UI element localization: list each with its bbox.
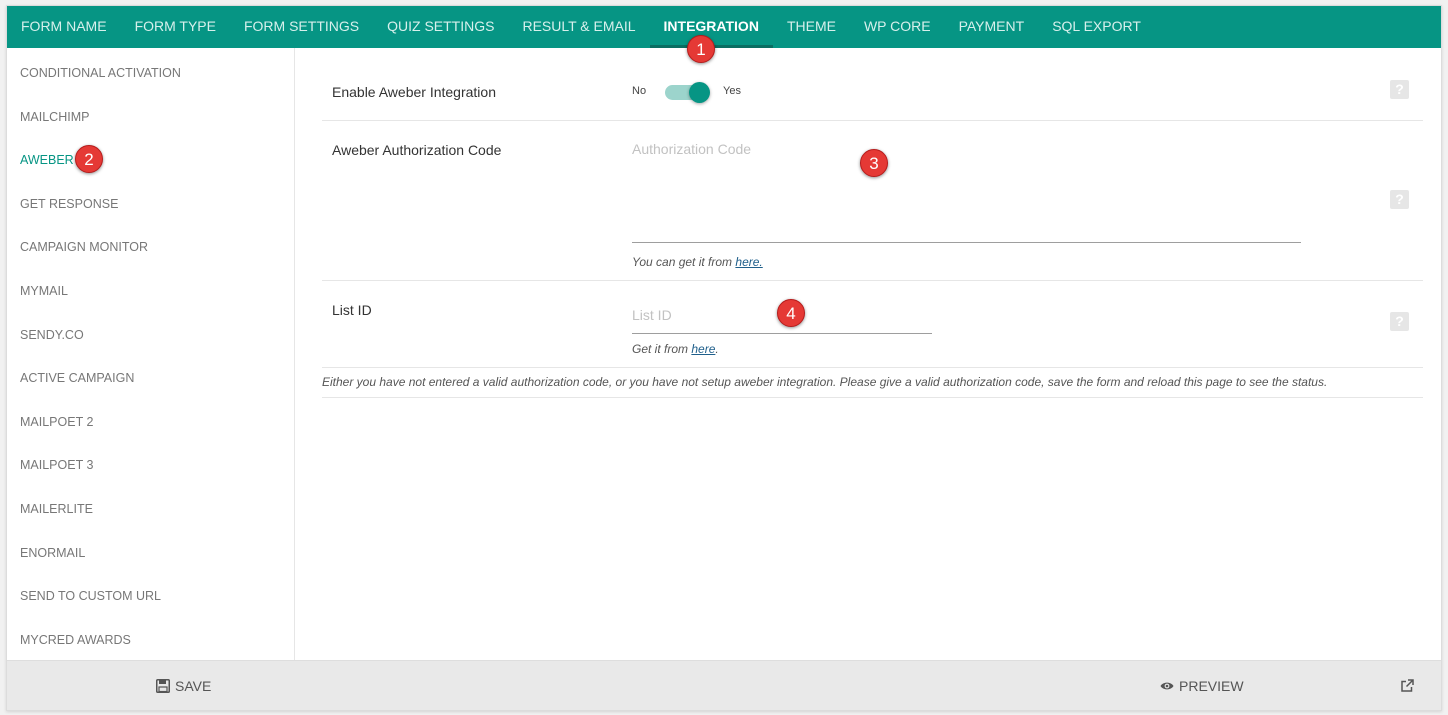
sidebar-item-mailpoet-2[interactable]: MAILPOET 2	[7, 397, 294, 441]
top-tab-bar: FORM NAME FORM TYPE FORM SETTINGS QUIZ S…	[7, 6, 1441, 48]
save-button[interactable]: SAVE	[156, 661, 212, 710]
sidebar-item-mailerlite[interactable]: MAILERLITE	[7, 484, 294, 528]
sidebar-item-active-campaign[interactable]: ACTIVE CAMPAIGN	[7, 353, 294, 397]
list-id-label: List ID	[332, 302, 372, 318]
list-id-hint-text: Get it from	[632, 342, 692, 356]
callout-marker-1: 1	[687, 35, 715, 63]
callout-marker-4: 4	[777, 299, 805, 327]
tab-form-type[interactable]: FORM TYPE	[121, 6, 230, 48]
tab-sql-export[interactable]: SQL EXPORT	[1038, 6, 1155, 48]
list-id-hint-suffix: .	[715, 342, 719, 356]
tab-result-email[interactable]: RESULT & EMAIL	[508, 6, 649, 48]
enable-aweber-row: Enable Aweber Integration No Yes ?	[322, 48, 1423, 121]
toggle-yes-label: Yes	[723, 85, 741, 97]
sidebar-item-campaign-monitor[interactable]: CAMPAIGN MONITOR	[7, 222, 294, 266]
sidebar-item-send-to-custom-url[interactable]: SEND TO CUSTOM URL	[7, 571, 294, 615]
tab-theme[interactable]: THEME	[773, 6, 850, 48]
enable-aweber-toggle[interactable]	[663, 80, 713, 104]
floppy-disk-icon	[156, 679, 170, 693]
aweber-settings-panel: Enable Aweber Integration No Yes ? Awebe…	[322, 48, 1423, 662]
help-icon[interactable]: ?	[1390, 80, 1409, 99]
tab-form-settings[interactable]: FORM SETTINGS	[230, 6, 373, 48]
auth-hint-link[interactable]: here.	[735, 255, 762, 269]
authorization-code-input[interactable]	[632, 141, 1301, 243]
toggle-no-label: No	[632, 85, 647, 97]
callout-marker-3: 3	[860, 149, 888, 177]
list-id-hint-link[interactable]: here	[691, 342, 715, 356]
aweber-auth-label: Aweber Authorization Code	[332, 142, 502, 158]
sidebar-item-aweber[interactable]: AWEBER	[7, 135, 294, 179]
sidebar-item-get-response[interactable]: GET RESPONSE	[7, 179, 294, 223]
preview-label: PREVIEW	[1179, 678, 1244, 694]
tab-quiz-settings[interactable]: QUIZ SETTINGS	[373, 6, 508, 48]
tab-form-name[interactable]: FORM NAME	[7, 6, 121, 48]
external-link-icon	[1400, 679, 1414, 693]
toggle-knob	[689, 82, 710, 103]
auth-hint-text: You can get it from	[632, 255, 736, 269]
open-external-button[interactable]	[1400, 661, 1414, 710]
aweber-status-notice: Either you have not entered a valid auth…	[322, 374, 1423, 398]
sidebar-item-sendy[interactable]: SENDY.CO	[7, 310, 294, 354]
sidebar-item-conditional-activation[interactable]: CONDITIONAL ACTIVATION	[7, 48, 294, 92]
tab-wp-core[interactable]: WP CORE	[850, 6, 945, 48]
sidebar-item-mailpoet-3[interactable]: MAILPOET 3	[7, 440, 294, 484]
form-builder-window: FORM NAME FORM TYPE FORM SETTINGS QUIZ S…	[6, 5, 1442, 711]
sidebar-item-enormail[interactable]: ENORMAIL	[7, 528, 294, 572]
sidebar-item-mailchimp[interactable]: MAILCHIMP	[7, 92, 294, 136]
list-id-hint: Get it from here.	[632, 342, 719, 356]
sidebar-item-mycred-awards[interactable]: MYCRED AWARDS	[7, 615, 294, 659]
enable-aweber-label: Enable Aweber Integration	[332, 84, 496, 100]
eye-icon	[1160, 681, 1174, 691]
sidebar-item-mymail[interactable]: MYMAIL	[7, 266, 294, 310]
form-footer-bar: SAVE PREVIEW	[7, 660, 1441, 710]
help-icon[interactable]: ?	[1390, 312, 1409, 331]
auth-hint: You can get it from here.	[632, 255, 763, 269]
tab-payment[interactable]: PAYMENT	[945, 6, 1039, 48]
integration-sidebar: CONDITIONAL ACTIVATION MAILCHIMP AWEBER …	[7, 48, 295, 662]
help-icon[interactable]: ?	[1390, 190, 1409, 209]
save-label: SAVE	[175, 678, 212, 694]
preview-button[interactable]: PREVIEW	[1160, 661, 1244, 710]
aweber-auth-row: Aweber Authorization Code You can get it…	[322, 121, 1423, 281]
callout-marker-2: 2	[75, 145, 103, 173]
list-id-row: List ID Get it from here. ?	[322, 281, 1423, 368]
